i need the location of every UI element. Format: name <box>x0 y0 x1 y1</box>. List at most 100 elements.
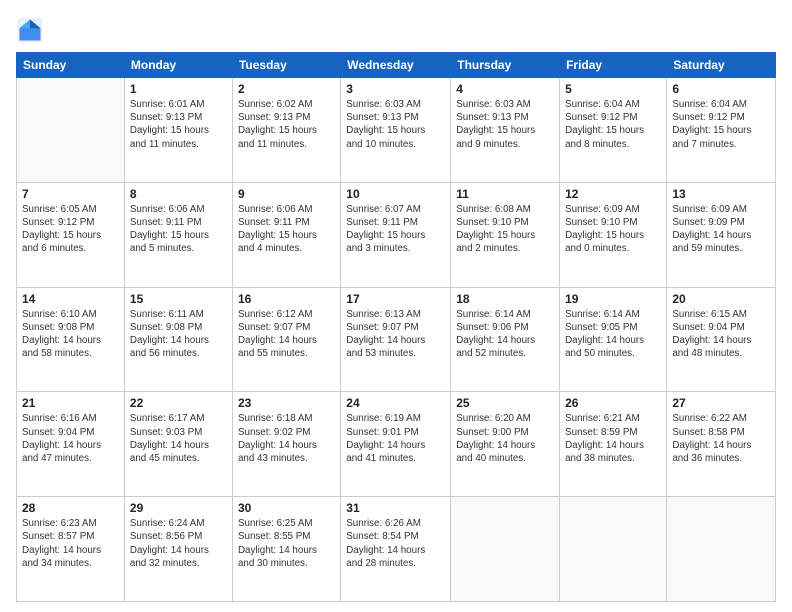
calendar-cell: 19Sunrise: 6:14 AM Sunset: 9:05 PM Dayli… <box>560 287 667 392</box>
calendar-cell: 7 Sunrise: 6:05 AM Sunset: 9:12 PM Daylig… <box>17 182 125 287</box>
weekday-header-sunday: Sunday <box>17 53 125 78</box>
cell-info: Sunrise: 6:09 AM Sunset: 9:10 PM Dayligh… <box>565 203 661 256</box>
calendar-cell <box>560 497 667 602</box>
day-number: 7 <box>22 187 119 201</box>
day-number: 22 <box>130 396 227 410</box>
calendar-cell: 10 Sunrise: 6:07 AM Sunset: 9:11 PM Dayli… <box>341 182 451 287</box>
cell-info: Sunrise: 6:17 AM Sunset: 9:03 PM Dayligh… <box>130 412 227 465</box>
day-number: 26 <box>565 396 661 410</box>
calendar-cell: 20Sunrise: 6:15 AM Sunset: 9:04 PM Dayli… <box>667 287 776 392</box>
cell-content: 14Sunrise: 6:10 AM Sunset: 9:08 PM Dayli… <box>22 292 119 361</box>
day-number: 5 <box>565 82 661 96</box>
day-number: 27 <box>672 396 770 410</box>
cell-content: 11 Sunrise: 6:08 AM Sunset: 9:10 PM Dayli… <box>456 187 554 256</box>
calendar-cell: 29Sunrise: 6:24 AM Sunset: 8:56 PM Dayli… <box>124 497 232 602</box>
weekday-header-wednesday: Wednesday <box>341 53 451 78</box>
cell-content: 17Sunrise: 6:13 AM Sunset: 9:07 PM Dayli… <box>346 292 445 361</box>
calendar-cell: 31Sunrise: 6:26 AM Sunset: 8:54 PM Dayli… <box>341 497 451 602</box>
day-number: 23 <box>238 396 335 410</box>
cell-info: Sunrise: 6:24 AM Sunset: 8:56 PM Dayligh… <box>130 517 227 570</box>
cell-content: 30 Sunrise: 6:25 AM Sunset: 8:55 PM Dayli… <box>238 501 335 570</box>
cell-content: 1 Sunrise: 6:01 AM Sunset: 9:13 PM Daylig… <box>130 82 227 151</box>
cell-content: 18 Sunrise: 6:14 AM Sunset: 9:06 PM Dayli… <box>456 292 554 361</box>
cell-content: 20Sunrise: 6:15 AM Sunset: 9:04 PM Dayli… <box>672 292 770 361</box>
calendar-cell: 23Sunrise: 6:18 AM Sunset: 9:02 PM Dayli… <box>232 392 340 497</box>
day-number: 13 <box>672 187 770 201</box>
cell-content: 7 Sunrise: 6:05 AM Sunset: 9:12 PM Daylig… <box>22 187 119 256</box>
cell-info: Sunrise: 6:08 AM Sunset: 9:10 PM Dayligh… <box>456 203 554 256</box>
day-number: 20 <box>672 292 770 306</box>
cell-content: 16 Sunrise: 6:12 AM Sunset: 9:07 PM Dayli… <box>238 292 335 361</box>
cell-content: 13Sunrise: 6:09 AM Sunset: 9:09 PM Dayli… <box>672 187 770 256</box>
cell-info: Sunrise: 6:22 AM Sunset: 8:58 PM Dayligh… <box>672 412 770 465</box>
cell-content: 2Sunrise: 6:02 AM Sunset: 9:13 PM Daylig… <box>238 82 335 151</box>
calendar-cell: 11 Sunrise: 6:08 AM Sunset: 9:10 PM Dayli… <box>451 182 560 287</box>
day-number: 28 <box>22 501 119 515</box>
cell-content: 15Sunrise: 6:11 AM Sunset: 9:08 PM Dayli… <box>130 292 227 361</box>
cell-info: Sunrise: 6:05 AM Sunset: 9:12 PM Dayligh… <box>22 203 119 256</box>
day-number: 19 <box>565 292 661 306</box>
cell-info: Sunrise: 6:04 AM Sunset: 9:12 PM Dayligh… <box>672 98 770 151</box>
day-number: 25 <box>456 396 554 410</box>
cell-info: Sunrise: 6:26 AM Sunset: 8:54 PM Dayligh… <box>346 517 445 570</box>
cell-info: Sunrise: 6:07 AM Sunset: 9:11 PM Dayligh… <box>346 203 445 256</box>
calendar-cell: 13Sunrise: 6:09 AM Sunset: 9:09 PM Dayli… <box>667 182 776 287</box>
week-row-1: 1 Sunrise: 6:01 AM Sunset: 9:13 PM Daylig… <box>17 78 776 183</box>
cell-content: 19Sunrise: 6:14 AM Sunset: 9:05 PM Dayli… <box>565 292 661 361</box>
day-number: 11 <box>456 187 554 201</box>
calendar-cell: 24 Sunrise: 6:19 AM Sunset: 9:01 PM Dayli… <box>341 392 451 497</box>
cell-content: 23Sunrise: 6:18 AM Sunset: 9:02 PM Dayli… <box>238 396 335 465</box>
day-number: 21 <box>22 396 119 410</box>
calendar-cell: 14Sunrise: 6:10 AM Sunset: 9:08 PM Dayli… <box>17 287 125 392</box>
calendar-cell: 21 Sunrise: 6:16 AM Sunset: 9:04 PM Dayli… <box>17 392 125 497</box>
calendar-cell: 25Sunrise: 6:20 AM Sunset: 9:00 PM Dayli… <box>451 392 560 497</box>
calendar-cell: 28 Sunrise: 6:23 AM Sunset: 8:57 PM Dayli… <box>17 497 125 602</box>
cell-info: Sunrise: 6:25 AM Sunset: 8:55 PM Dayligh… <box>238 517 335 570</box>
day-number: 15 <box>130 292 227 306</box>
day-number: 6 <box>672 82 770 96</box>
cell-content: 27 Sunrise: 6:22 AM Sunset: 8:58 PM Dayli… <box>672 396 770 465</box>
cell-info: Sunrise: 6:16 AM Sunset: 9:04 PM Dayligh… <box>22 412 119 465</box>
day-number: 10 <box>346 187 445 201</box>
cell-content: 25Sunrise: 6:20 AM Sunset: 9:00 PM Dayli… <box>456 396 554 465</box>
weekday-header-thursday: Thursday <box>451 53 560 78</box>
day-number: 18 <box>456 292 554 306</box>
cell-info: Sunrise: 6:19 AM Sunset: 9:01 PM Dayligh… <box>346 412 445 465</box>
cell-info: Sunrise: 6:10 AM Sunset: 9:08 PM Dayligh… <box>22 308 119 361</box>
calendar-cell: 4Sunrise: 6:03 AM Sunset: 9:13 PM Daylig… <box>451 78 560 183</box>
cell-content: 9Sunrise: 6:06 AM Sunset: 9:11 PM Daylig… <box>238 187 335 256</box>
calendar-cell: 18 Sunrise: 6:14 AM Sunset: 9:06 PM Dayli… <box>451 287 560 392</box>
cell-info: Sunrise: 6:04 AM Sunset: 9:12 PM Dayligh… <box>565 98 661 151</box>
calendar-cell: 2Sunrise: 6:02 AM Sunset: 9:13 PM Daylig… <box>232 78 340 183</box>
calendar-cell: 26Sunrise: 6:21 AM Sunset: 8:59 PM Dayli… <box>560 392 667 497</box>
calendar-cell: 15Sunrise: 6:11 AM Sunset: 9:08 PM Dayli… <box>124 287 232 392</box>
calendar-cell: 22 Sunrise: 6:17 AM Sunset: 9:03 PM Dayli… <box>124 392 232 497</box>
cell-content: 6 Sunrise: 6:04 AM Sunset: 9:12 PM Daylig… <box>672 82 770 151</box>
cell-info: Sunrise: 6:23 AM Sunset: 8:57 PM Dayligh… <box>22 517 119 570</box>
calendar-cell: 6 Sunrise: 6:04 AM Sunset: 9:12 PM Daylig… <box>667 78 776 183</box>
calendar-cell <box>17 78 125 183</box>
logo-icon <box>16 16 44 44</box>
cell-content: 8Sunrise: 6:06 AM Sunset: 9:11 PM Daylig… <box>130 187 227 256</box>
calendar-cell: 17Sunrise: 6:13 AM Sunset: 9:07 PM Dayli… <box>341 287 451 392</box>
day-number: 24 <box>346 396 445 410</box>
cell-info: Sunrise: 6:06 AM Sunset: 9:11 PM Dayligh… <box>130 203 227 256</box>
calendar-cell <box>451 497 560 602</box>
cell-info: Sunrise: 6:12 AM Sunset: 9:07 PM Dayligh… <box>238 308 335 361</box>
weekday-header-friday: Friday <box>560 53 667 78</box>
cell-content: 5 Sunrise: 6:04 AM Sunset: 9:12 PM Daylig… <box>565 82 661 151</box>
week-row-4: 21 Sunrise: 6:16 AM Sunset: 9:04 PM Dayli… <box>17 392 776 497</box>
cell-info: Sunrise: 6:03 AM Sunset: 9:13 PM Dayligh… <box>346 98 445 151</box>
day-number: 30 <box>238 501 335 515</box>
cell-info: Sunrise: 6:01 AM Sunset: 9:13 PM Dayligh… <box>130 98 227 151</box>
week-row-5: 28 Sunrise: 6:23 AM Sunset: 8:57 PM Dayli… <box>17 497 776 602</box>
cell-info: Sunrise: 6:13 AM Sunset: 9:07 PM Dayligh… <box>346 308 445 361</box>
day-number: 1 <box>130 82 227 96</box>
calendar-cell: 27 Sunrise: 6:22 AM Sunset: 8:58 PM Dayli… <box>667 392 776 497</box>
calendar-cell: 16 Sunrise: 6:12 AM Sunset: 9:07 PM Dayli… <box>232 287 340 392</box>
day-number: 2 <box>238 82 335 96</box>
cell-content: 22 Sunrise: 6:17 AM Sunset: 9:03 PM Dayli… <box>130 396 227 465</box>
cell-info: Sunrise: 6:03 AM Sunset: 9:13 PM Dayligh… <box>456 98 554 151</box>
day-number: 16 <box>238 292 335 306</box>
cell-info: Sunrise: 6:14 AM Sunset: 9:06 PM Dayligh… <box>456 308 554 361</box>
